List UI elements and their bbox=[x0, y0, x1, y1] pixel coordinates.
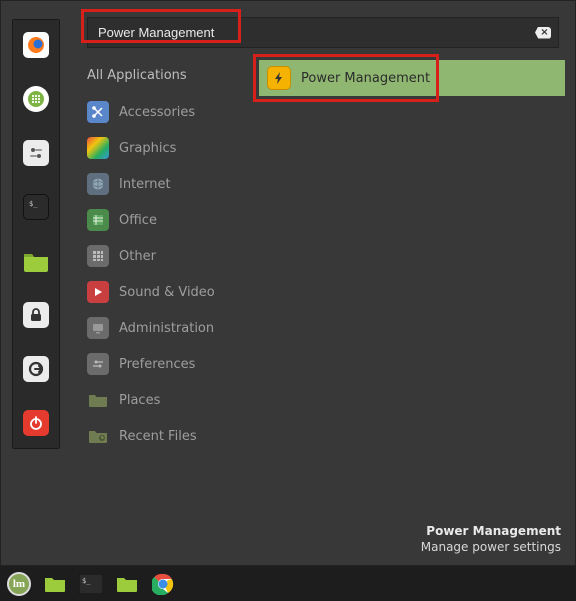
application-menu: $_ bbox=[0, 0, 576, 566]
mint-logo-icon: lm bbox=[7, 572, 31, 596]
taskbar-terminal[interactable]: $_ bbox=[76, 570, 106, 598]
spreadsheet-icon bbox=[91, 213, 105, 227]
app-description-text: Manage power settings bbox=[421, 539, 561, 555]
folder-icon bbox=[22, 249, 50, 273]
sliders-icon bbox=[27, 144, 45, 162]
firefox-icon bbox=[26, 35, 46, 55]
app-description-title: Power Management bbox=[421, 523, 561, 539]
taskbar-show-desktop[interactable] bbox=[40, 570, 70, 598]
favorite-files[interactable] bbox=[19, 244, 53, 278]
taskbar: lm $_ bbox=[0, 566, 576, 601]
category-column: All Applications Accessories Graphics In… bbox=[81, 60, 251, 555]
category-label: Internet bbox=[119, 177, 171, 192]
category-recent-files[interactable]: Recent Files bbox=[81, 419, 251, 453]
menu-main: × All Applications Accessories Graphics bbox=[71, 1, 575, 565]
category-office[interactable]: Office bbox=[81, 203, 251, 237]
grid-green-icon bbox=[27, 90, 45, 108]
category-all-applications[interactable]: All Applications bbox=[81, 62, 251, 89]
favorite-logout[interactable] bbox=[19, 352, 53, 386]
bolt-icon bbox=[272, 71, 286, 85]
svg-text:$_: $_ bbox=[29, 200, 38, 208]
category-other[interactable]: Other bbox=[81, 239, 251, 273]
svg-text:$_: $_ bbox=[82, 577, 91, 585]
folder-icon bbox=[115, 574, 139, 594]
folder-recent-icon bbox=[88, 428, 108, 444]
grid-icon bbox=[91, 249, 105, 263]
category-preferences[interactable]: Preferences bbox=[81, 347, 251, 381]
category-places[interactable]: Places bbox=[81, 383, 251, 417]
favorite-lock[interactable] bbox=[19, 298, 53, 332]
favorites-panel: $_ bbox=[12, 19, 60, 449]
favorite-terminal[interactable]: $_ bbox=[19, 190, 53, 224]
category-label: Recent Files bbox=[119, 429, 197, 444]
scissors-icon bbox=[91, 105, 105, 119]
folder-icon bbox=[43, 574, 67, 594]
category-label: Sound & Video bbox=[119, 285, 215, 300]
taskbar-files[interactable] bbox=[112, 570, 142, 598]
category-administration[interactable]: Administration bbox=[81, 311, 251, 345]
clear-search-button[interactable]: × bbox=[535, 27, 551, 39]
favorite-settings[interactable] bbox=[19, 136, 53, 170]
power-icon bbox=[28, 415, 44, 431]
app-description: Power Management Manage power settings bbox=[421, 523, 561, 555]
menu-columns: All Applications Accessories Graphics In… bbox=[81, 60, 565, 555]
folder-icon bbox=[88, 392, 108, 408]
category-label: Graphics bbox=[119, 141, 176, 156]
monitor-icon bbox=[91, 321, 105, 335]
terminal-icon: $_ bbox=[79, 574, 103, 594]
category-sound-video[interactable]: Sound & Video bbox=[81, 275, 251, 309]
globe-icon bbox=[91, 177, 105, 191]
category-internet[interactable]: Internet bbox=[81, 167, 251, 201]
chrome-icon bbox=[152, 573, 174, 595]
category-label: Accessories bbox=[119, 105, 195, 120]
category-label: All Applications bbox=[87, 68, 187, 83]
category-label: Office bbox=[119, 213, 157, 228]
category-label: Preferences bbox=[119, 357, 195, 372]
favorites-column: $_ bbox=[1, 1, 71, 565]
logout-icon bbox=[27, 360, 45, 378]
sliders-icon bbox=[91, 357, 105, 371]
search-input[interactable] bbox=[87, 17, 559, 48]
taskbar-chrome[interactable] bbox=[148, 570, 178, 598]
category-accessories[interactable]: Accessories bbox=[81, 95, 251, 129]
favorite-shutdown[interactable] bbox=[19, 406, 53, 440]
play-icon bbox=[92, 286, 104, 298]
category-label: Administration bbox=[119, 321, 214, 336]
favorite-firefox[interactable] bbox=[19, 28, 53, 62]
lock-icon bbox=[28, 307, 44, 323]
category-graphics[interactable]: Graphics bbox=[81, 131, 251, 165]
favorite-software[interactable] bbox=[19, 82, 53, 116]
category-label: Places bbox=[119, 393, 160, 408]
backspace-x-icon: × bbox=[540, 27, 548, 38]
category-label: Other bbox=[119, 249, 156, 264]
application-column: Power Management bbox=[251, 60, 565, 555]
app-result-power-management[interactable]: Power Management bbox=[259, 60, 565, 96]
app-result-label: Power Management bbox=[301, 71, 430, 86]
menu-button[interactable]: lm bbox=[4, 570, 34, 598]
terminal-icon: $_ bbox=[26, 198, 46, 216]
search-wrap: × bbox=[87, 17, 559, 48]
